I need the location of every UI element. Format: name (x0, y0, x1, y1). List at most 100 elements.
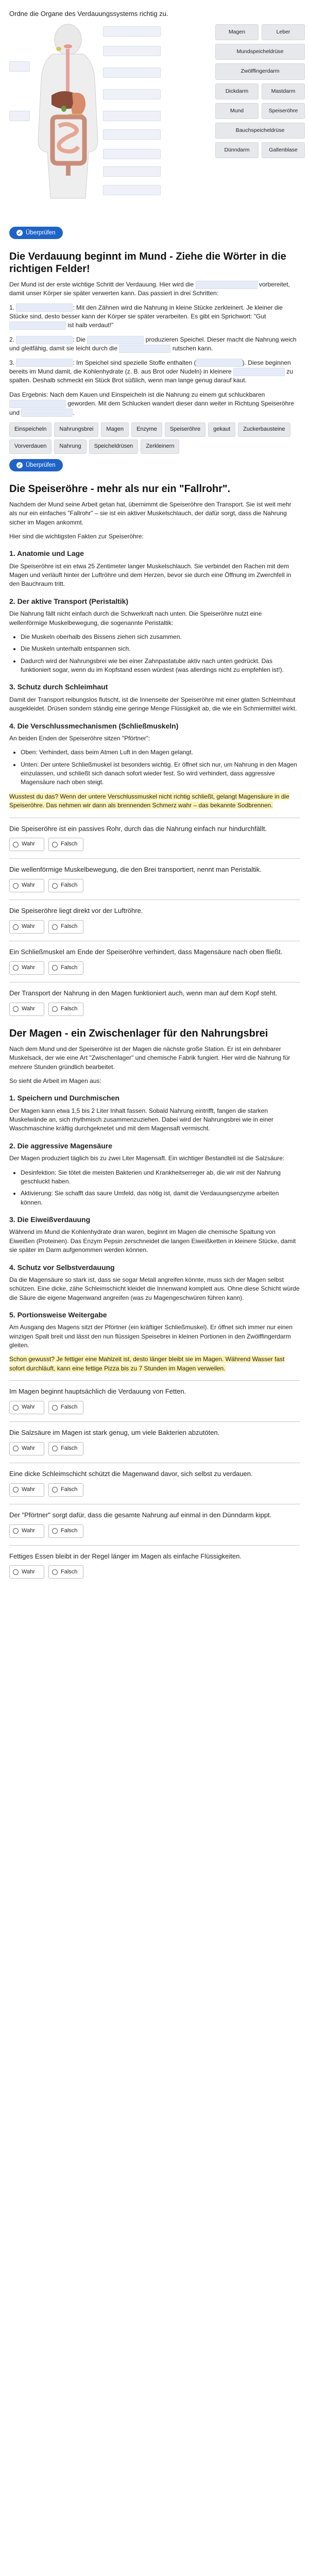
organ-label-bank: Magen Leber Mundspeicheldrüse Zwölffinge… (215, 24, 309, 159)
organ-chip[interactable]: Bauchspeicheldrüse (215, 122, 305, 139)
mouth-result: Das Ergebnis: Nach dem Kauen und Einspei… (9, 391, 294, 417)
word-chip[interactable]: Enzyme (131, 422, 162, 437)
bullet-list: Oben: Verhindert, dass beim Atmen Luft i… (9, 748, 300, 787)
word-chip[interactable]: Nahrungsbrei (54, 422, 99, 437)
radio-icon (52, 883, 58, 889)
check-icon: ✓ (16, 462, 23, 468)
organ-drop-field[interactable] (9, 110, 30, 121)
digestive-system-illustration (38, 24, 98, 199)
word-chip[interactable]: Speiseröhre (164, 422, 206, 437)
blank-field[interactable] (195, 280, 258, 289)
mouth-intro: Der Mund ist der erste wichtige Schritt … (9, 280, 290, 297)
radio-icon (13, 1487, 19, 1493)
organ-chip[interactable]: Speiseröhre (262, 103, 305, 119)
organ-labeling-area: Magen Leber Mundspeicheldrüse Zwölffinge… (9, 23, 305, 227)
radio-icon (13, 924, 19, 930)
organ-drop-field[interactable] (103, 26, 161, 37)
radio-icon (13, 841, 19, 848)
fun-fact: Wusstest du das? Wenn der untere Verschl… (9, 792, 289, 809)
false-option[interactable]: Falsch (48, 1483, 83, 1497)
false-option[interactable]: Falsch (48, 1002, 83, 1016)
true-option[interactable]: Wahr (9, 1565, 44, 1579)
false-option[interactable]: Falsch (48, 879, 83, 893)
true-option[interactable]: Wahr (9, 1524, 44, 1538)
organ-chip[interactable]: Mund (215, 103, 259, 119)
section-title-mouth: Die Verdauung beginnt im Mund - Ziehe di… (9, 250, 286, 275)
radio-icon (13, 1446, 19, 1452)
word-chip[interactable]: Einspeicheln (9, 422, 52, 437)
blank-field[interactable] (21, 409, 73, 417)
organ-chip[interactable]: Mastdarm (262, 83, 305, 99)
organ-drop-field[interactable] (103, 166, 161, 177)
word-chip[interactable]: Vorverdauen (9, 439, 52, 454)
word-chip[interactable]: Nahrung (54, 439, 87, 454)
subheading: 3. Die Eiweißverdauung (9, 1215, 91, 1224)
blank-field[interactable] (196, 359, 243, 367)
true-option[interactable]: Wahr (9, 1002, 44, 1016)
false-option[interactable]: Falsch (48, 838, 83, 852)
organ-chip[interactable]: Zwölffingerdarm (215, 63, 305, 80)
radio-icon (52, 841, 58, 848)
organ-drop-field[interactable] (103, 89, 161, 99)
exercise-instruction: Ordne die Organe des Verdauungssystems r… (9, 10, 168, 18)
true-option[interactable]: Wahr (9, 1483, 44, 1497)
true-false-question: Der Transport der Nahrung in den Magen f… (9, 981, 300, 1016)
true-option[interactable]: Wahr (9, 1401, 44, 1415)
false-option[interactable]: Falsch (48, 1442, 83, 1455)
organ-drop-field[interactable] (103, 110, 161, 121)
organ-drop-field[interactable] (103, 67, 161, 78)
organ-drop-field[interactable] (103, 148, 161, 159)
blank-field[interactable] (233, 367, 285, 376)
false-option[interactable]: Falsch (48, 1565, 83, 1579)
radio-icon (52, 1487, 58, 1493)
blank-field[interactable] (16, 359, 73, 367)
paragraph: Nachdem der Mund seine Arbeit getan hat,… (9, 500, 291, 526)
word-chip[interactable]: Zerkleinern (141, 439, 180, 454)
true-option[interactable]: Wahr (9, 838, 44, 852)
true-option[interactable]: Wahr (9, 1442, 44, 1455)
radio-icon (52, 1569, 58, 1575)
blank-field[interactable] (119, 345, 171, 353)
check-button[interactable]: ✓ Überprüfen (9, 226, 63, 239)
list-item: Die Muskeln unterhalb entspannen sich. (21, 645, 300, 653)
paragraph: Hier sind die wichtigsten Fakten zur Spe… (9, 532, 144, 540)
paragraph: Der Magen kann etwa 1,5 bis 2 Liter Inha… (9, 1107, 273, 1132)
organ-chip[interactable]: Dickdarm (215, 83, 259, 99)
false-option[interactable]: Falsch (48, 920, 83, 934)
true-option[interactable]: Wahr (9, 961, 44, 975)
organ-drop-field[interactable] (103, 129, 161, 140)
subheading: 4. Die Verschlussmechanismen (Schließmus… (9, 721, 179, 730)
organ-chip[interactable]: Leber (262, 24, 305, 41)
word-chip[interactable]: gekaut (208, 422, 236, 437)
true-false-question: Die Speiseröhre liegt direkt vor der Luf… (9, 900, 300, 934)
bullet-list: Die Muskeln oberhalb des Bissens ziehen … (9, 633, 300, 675)
organ-drop-field[interactable] (103, 45, 161, 56)
false-option[interactable]: Falsch (48, 1401, 83, 1415)
word-chip[interactable]: Speicheldrüsen (89, 439, 139, 454)
true-option[interactable]: Wahr (9, 879, 44, 893)
radio-icon (13, 965, 19, 971)
word-chip[interactable]: Magen (101, 422, 129, 437)
section-title-stomach: Der Magen - ein Zwischenlager für den Na… (9, 1027, 268, 1039)
blank-field[interactable] (87, 335, 144, 344)
organ-chip[interactable]: Dünndarm (215, 142, 259, 159)
blank-field[interactable] (9, 399, 66, 408)
blank-field[interactable] (16, 335, 73, 344)
organ-drop-field[interactable] (103, 184, 161, 195)
mouth-step-2: 2. : Die produzieren Speichel. Dieser ma… (9, 335, 297, 353)
word-bank: Einspeicheln Nahrungsbrei Magen Enzyme S… (9, 422, 300, 454)
organ-chip[interactable]: Gallenblase (262, 142, 305, 159)
true-option[interactable]: Wahr (9, 920, 44, 934)
organ-chip[interactable]: Mundspeicheldrüse (215, 44, 305, 60)
mouth-step-1: 1. : Mit den Zähnen wird die Nahrung in … (9, 303, 283, 330)
blank-field[interactable] (9, 321, 66, 330)
organ-drop-field[interactable] (9, 61, 30, 72)
fun-fact: Schon gewusst? Je fettiger eine Mahlzeit… (9, 1355, 285, 1372)
false-option[interactable]: Falsch (48, 961, 83, 975)
blank-field[interactable] (16, 303, 73, 312)
check-button[interactable]: ✓ Überprüfen (9, 459, 63, 471)
false-option[interactable]: Falsch (48, 1524, 83, 1538)
paragraph: Die Nahrung fällt nicht einfach durch di… (9, 610, 262, 626)
word-chip[interactable]: Zuckerbausteine (238, 422, 290, 437)
organ-chip[interactable]: Magen (215, 24, 259, 41)
